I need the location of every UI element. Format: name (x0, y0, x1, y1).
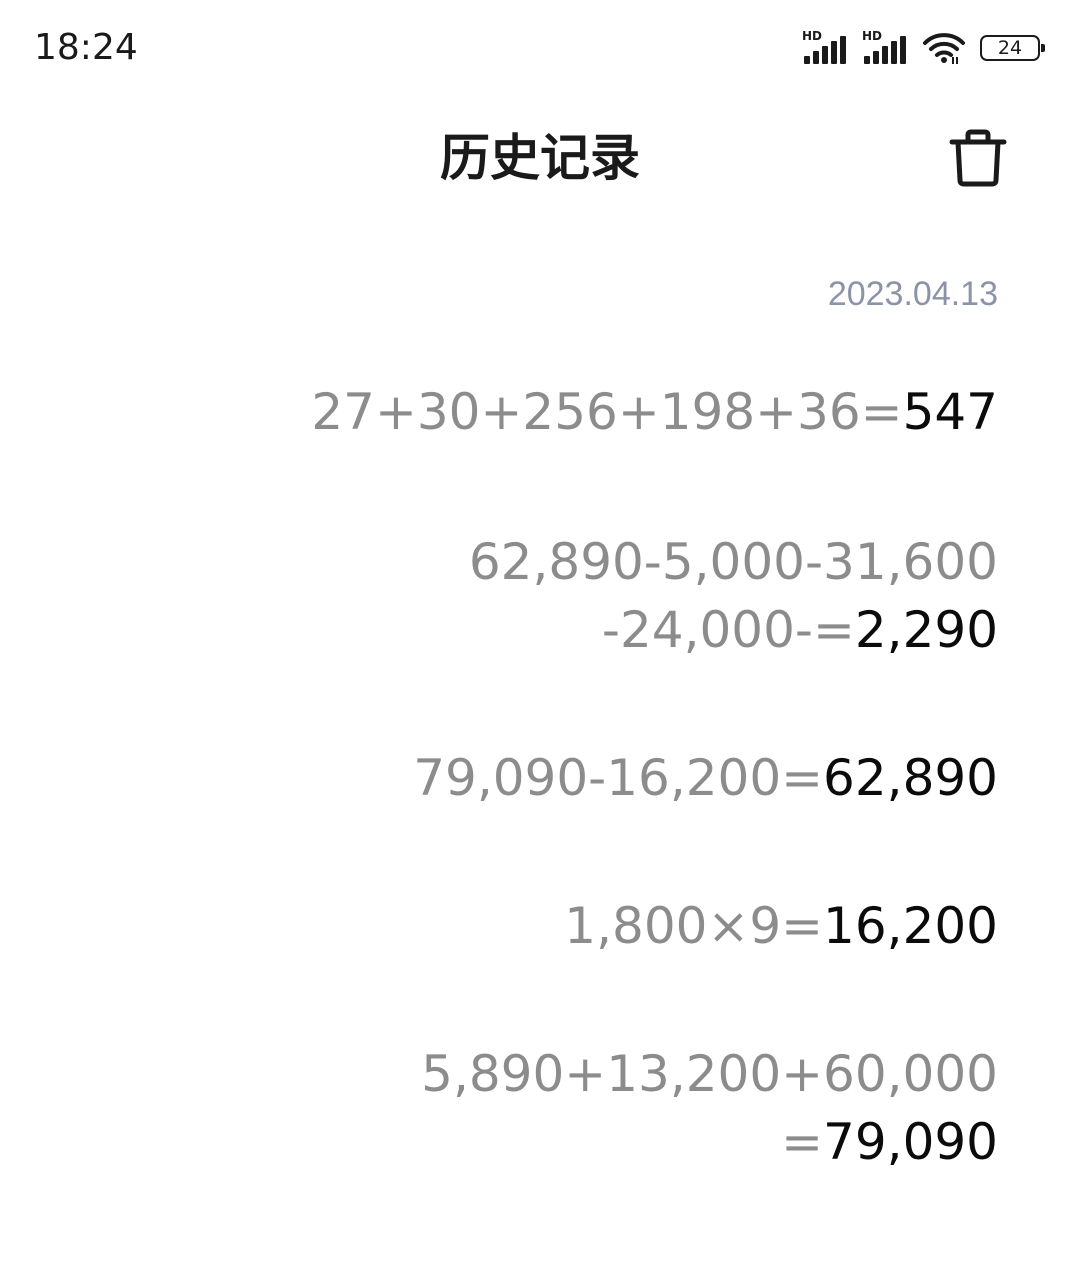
signal-icon: HD (802, 30, 848, 66)
entry-expression: 1,800×9= (564, 897, 824, 955)
battery-icon: 24 (980, 35, 1045, 61)
history-entry[interactable]: 79,090-16,200=62,890 (413, 744, 998, 812)
entry-expression: 5,890+13,200+60,000 (421, 1045, 998, 1103)
trash-icon (949, 129, 1007, 187)
entry-line: 79,090-16,200=62,890 (413, 744, 998, 812)
entry-line: =79,090 (421, 1108, 998, 1176)
status-time: 18:24 (34, 27, 138, 68)
history-entry[interactable]: 1,800×9=16,200 (564, 892, 998, 960)
entry-result: 2,290 (854, 601, 998, 659)
entry-expression: = (781, 1113, 824, 1171)
entry-line: 27+30+256+198+36=547 (311, 378, 998, 446)
entry-expression: 62,890-5,000-31,600 (468, 533, 998, 591)
entry-expression: -24,000-= (601, 601, 855, 659)
app-header: 历史记录 (0, 110, 1080, 210)
entry-line: 1,800×9=16,200 (564, 892, 998, 960)
history-entry[interactable]: 62,890-5,000-31,600 -24,000-=2,290 (469, 528, 998, 664)
battery-level: 24 (997, 37, 1023, 59)
status-bar: 18:24 HD HD 24 (0, 0, 1080, 96)
history-entry[interactable]: 27+30+256+198+36=547 (311, 378, 998, 446)
entry-expression: 79,090-16,200= (413, 749, 824, 807)
entry-expression: 27+30+256+198+36= (311, 383, 903, 441)
clear-history-button[interactable] (946, 126, 1010, 190)
entry-result: 547 (902, 383, 998, 441)
entry-result: 62,890 (823, 749, 998, 807)
entry-result: 79,090 (823, 1113, 998, 1171)
entry-result: 16,200 (823, 897, 998, 955)
history-entry[interactable]: 5,890+13,200+60,000 =79,090 (421, 1040, 998, 1176)
status-icons: HD HD 24 (802, 28, 1045, 68)
entry-line: -24,000-=2,290 (469, 596, 998, 664)
page-title: 历史记录 (440, 129, 640, 187)
history-date: 2023.04.13 (827, 275, 998, 313)
entry-line: 62,890-5,000-31,600 (469, 528, 998, 596)
entry-line: 5,890+13,200+60,000 (421, 1040, 998, 1108)
wifi-icon (923, 33, 965, 64)
signal-icon: HD (862, 30, 908, 66)
